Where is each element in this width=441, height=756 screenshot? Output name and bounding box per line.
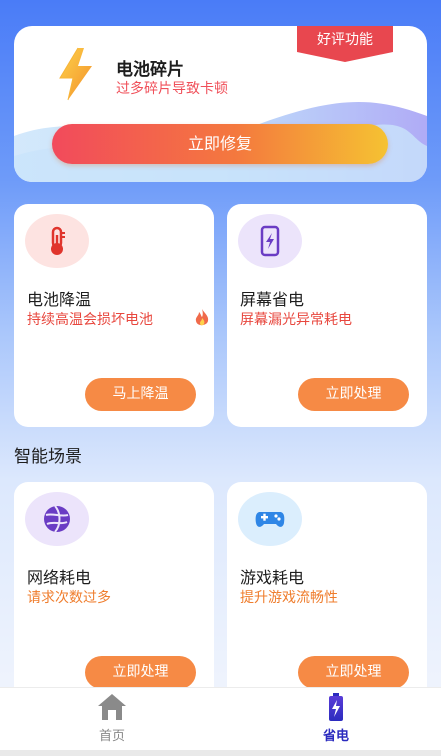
game-power-card: 游戏耗电 提升游戏流畅性 立即处理 bbox=[227, 482, 427, 702]
cool-down-button[interactable]: 马上降温 bbox=[85, 378, 196, 411]
card-subtitle: 持续高温会损坏电池 bbox=[27, 312, 153, 328]
card-title: 游戏耗电 bbox=[240, 568, 305, 587]
fire-icon bbox=[195, 309, 209, 326]
globe-icon-bg bbox=[25, 492, 89, 546]
hero-title: 电池碎片 bbox=[116, 60, 184, 80]
tab-home[interactable]: 首页 bbox=[52, 688, 172, 756]
card-subtitle: 屏幕漏光异常耗电 bbox=[240, 312, 352, 328]
handle-now-button[interactable]: 立即处理 bbox=[85, 656, 196, 689]
card-title: 屏幕省电 bbox=[240, 290, 305, 309]
lightning-bolt-icon bbox=[59, 47, 92, 101]
bottom-tab-bar: 首页 省电 bbox=[0, 687, 441, 756]
thermometer-icon bbox=[51, 226, 65, 255]
home-icon bbox=[98, 694, 126, 720]
battery-icon bbox=[329, 693, 343, 721]
handle-now-button[interactable]: 立即处理 bbox=[298, 656, 409, 689]
phone-icon-bg bbox=[238, 214, 302, 268]
phone-charge-icon bbox=[260, 225, 280, 257]
card-subtitle: 请求次数过多 bbox=[27, 590, 111, 606]
card-subtitle: 提升游戏流畅性 bbox=[240, 590, 338, 606]
fix-now-button[interactable]: 立即修复 bbox=[52, 124, 388, 164]
tab-home-label: 首页 bbox=[98, 729, 125, 744]
network-power-card: 网络耗电 请求次数过多 立即处理 bbox=[14, 482, 214, 702]
battery-cooling-card: 电池降温 持续高温会损坏电池 马上降温 bbox=[14, 204, 214, 427]
badge-ribbon: 好评功能 bbox=[297, 26, 393, 62]
tab-power-saving-label: 省电 bbox=[322, 729, 349, 744]
section-title: 智能场景 bbox=[14, 447, 82, 467]
handle-now-button[interactable]: 立即处理 bbox=[298, 378, 409, 411]
hero-subtitle: 过多碎片导致卡顿 bbox=[116, 81, 228, 97]
badge-label: 好评功能 bbox=[317, 32, 373, 48]
thermometer-icon-bg bbox=[25, 214, 89, 268]
card-title: 网络耗电 bbox=[27, 568, 92, 587]
gamepad-icon-bg bbox=[238, 492, 302, 546]
screen-saving-card: 屏幕省电 屏幕漏光异常耗电 立即处理 bbox=[227, 204, 427, 427]
battery-fragment-card: 电池碎片 过多碎片导致卡顿 好评功能 立即修复 bbox=[14, 26, 427, 182]
globe-icon bbox=[44, 505, 70, 533]
tab-power-saving[interactable]: 省电 bbox=[276, 688, 396, 756]
bottom-edge-strip bbox=[0, 750, 441, 756]
card-title: 电池降温 bbox=[27, 290, 92, 309]
gamepad-icon bbox=[255, 512, 285, 527]
